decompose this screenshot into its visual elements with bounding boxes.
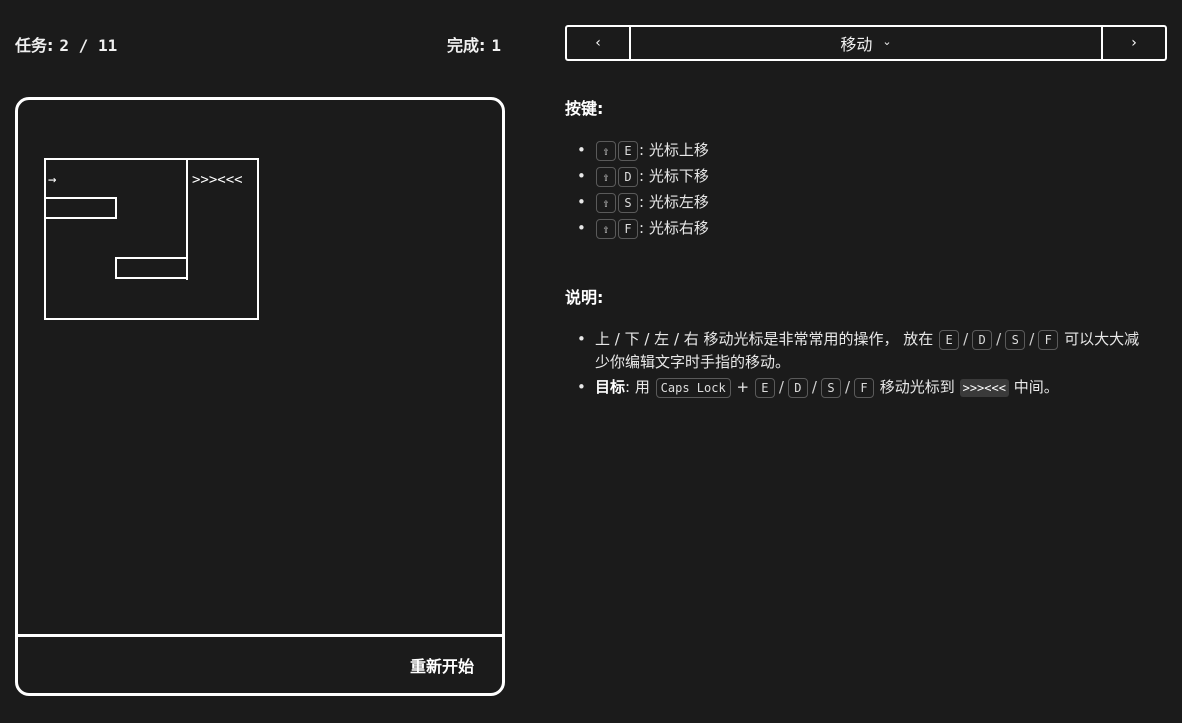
plus-sign: + — [736, 378, 750, 396]
key-d: D — [618, 166, 638, 187]
completed-counter: 完成: 1 — [447, 32, 501, 56]
key-colon: : — [639, 219, 645, 237]
keys-heading: 按键: — [565, 99, 604, 118]
key-e: E — [754, 377, 775, 398]
shift-key: ⇧ — [596, 192, 616, 213]
keys-list: ⇧E: 光标上移 ⇧D: 光标下移 ⇧S: 光标左移 ⇧F: 光标右移 — [565, 139, 709, 243]
key-f: F — [1038, 329, 1059, 350]
key-item-down: ⇧D: 光标下移 — [577, 165, 709, 191]
note-text: 上 / 下 / 左 / 右 移动光标是非常常用的操作， 放在 — [595, 330, 934, 348]
key-item-right: ⇧F: 光标右移 — [577, 217, 709, 243]
shift-key: ⇧ — [596, 218, 616, 239]
goal-label: 目标 — [595, 378, 626, 396]
key-colon: : — [639, 167, 645, 185]
key-d: D — [787, 377, 808, 398]
key-item-left: ⇧S: 光标左移 — [577, 191, 709, 217]
key-e: E — [618, 140, 638, 161]
goal-marker: >>><<< — [192, 172, 243, 188]
maze-upper-bar — [44, 197, 117, 219]
key-e: E — [939, 329, 960, 350]
maze: → >>><<< — [44, 158, 259, 320]
next-level-button[interactable]: › — [1101, 27, 1165, 59]
shift-key: ⇧ — [596, 166, 616, 187]
goal-colon: : — [625, 378, 631, 396]
key-colon: : — [639, 193, 645, 211]
note-item-usage: 上 / 下 / 左 / 右 移动光标是非常常用的操作， 放在 E/D/S/F 可… — [577, 328, 1150, 374]
key-desc: 光标下移 — [648, 167, 709, 185]
maze-lower-bar — [115, 257, 188, 279]
level-navigation: ‹ 移动 ⌄ › — [565, 25, 1167, 61]
key-f: F — [854, 377, 875, 398]
chevron-down-icon: ⌄ — [882, 34, 892, 48]
task-label: 任务: — [15, 36, 54, 55]
key-desc: 光标上移 — [648, 141, 709, 159]
level-name: 移动 — [840, 35, 873, 54]
key-colon: : — [639, 141, 645, 159]
previous-level-button[interactable]: ‹ — [567, 27, 631, 59]
goal-target-code: >>><<< — [959, 379, 1009, 397]
task-counter: 任务: 2 / 11 — [15, 32, 117, 56]
key-s: S — [618, 192, 638, 213]
goal-use-text: 用 — [634, 378, 650, 396]
key-s: S — [820, 377, 841, 398]
key-desc: 光标左移 — [648, 193, 709, 211]
caps-lock-key: Caps Lock — [655, 377, 731, 398]
key-desc: 光标右移 — [648, 219, 709, 237]
completed-value: 1 — [491, 36, 502, 55]
restart-button[interactable]: 重新开始 — [410, 653, 474, 677]
level-select[interactable]: 移动 ⌄ — [631, 27, 1101, 59]
goal-middle-text: 移动光标到 — [879, 378, 955, 396]
notes-heading: 说明: — [565, 288, 604, 307]
note-item-goal: 目标: 用 Caps Lock + E/D/S/F 移动光标到 >>><<< 中… — [577, 376, 1150, 399]
goal-suffix-text: 中间。 — [1013, 378, 1059, 396]
game-board: → >>><<< 重新开始 — [15, 97, 505, 696]
key-f: F — [618, 218, 638, 239]
shift-key: ⇧ — [596, 140, 616, 161]
game-footer: 重新开始 — [18, 634, 502, 693]
text-cursor: → — [48, 172, 56, 188]
notes-list: 上 / 下 / 左 / 右 移动光标是非常常用的操作， 放在 E/D/S/F 可… — [565, 328, 1150, 401]
completed-label: 完成: — [447, 36, 486, 55]
key-d: D — [972, 329, 993, 350]
key-item-up: ⇧E: 光标上移 — [577, 139, 709, 165]
task-value: 2 / 11 — [59, 36, 118, 55]
key-s: S — [1005, 329, 1026, 350]
